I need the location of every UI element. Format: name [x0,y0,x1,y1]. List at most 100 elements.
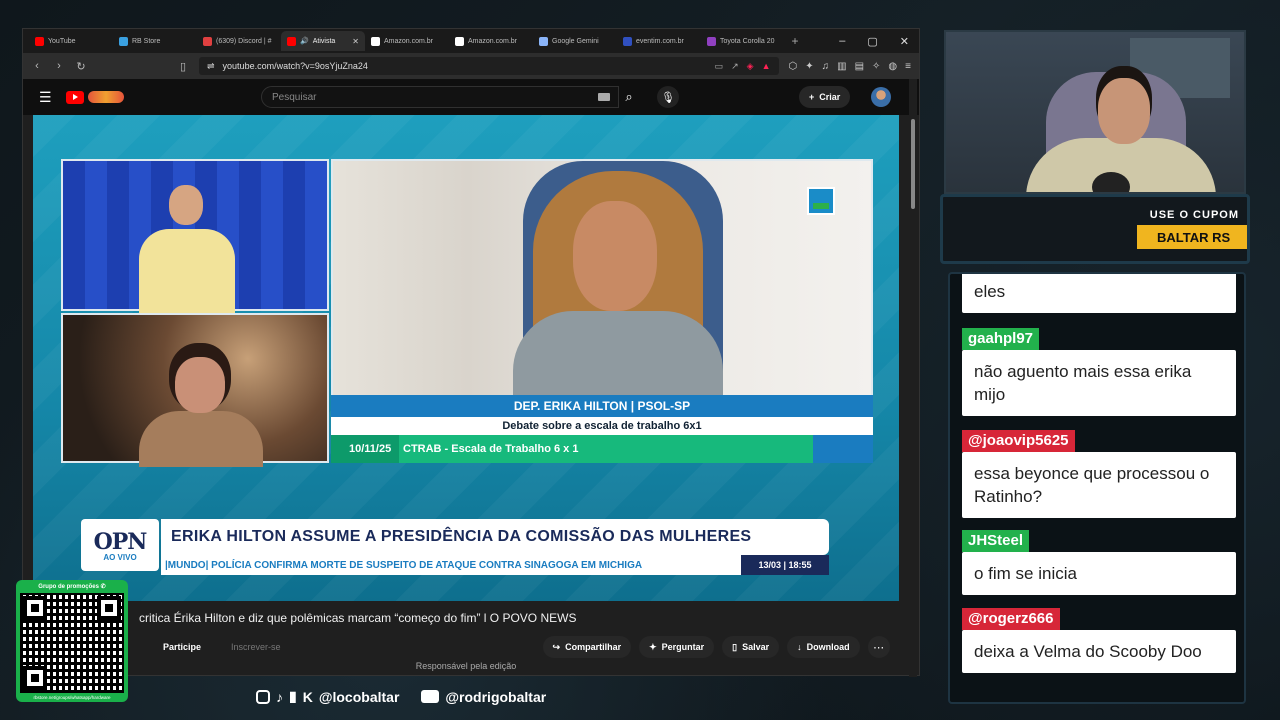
amazon-favicon-icon [371,36,380,46]
extension-icons: ⬡ ✦ ♫ ▥ ▤ ✧ ◍ ≡ [789,61,912,72]
video-player[interactable]: DEP. ERIKA HILTON | PSOL-SP Debate sobre… [33,115,899,601]
search-icon: ⌕ [625,89,633,104]
download-button[interactable]: ↓ Download [787,636,860,658]
responsible-credit: Responsável pela edição [415,661,517,671]
hamburger-menu-icon[interactable]: ☰ [39,89,52,106]
mic-icon: 🎙 [661,91,675,104]
youtube-play-icon [65,90,84,104]
date-topic-bar: 10/11/25 CTRAB - Escala de Trabalho 6 x … [331,435,873,463]
tab-ativista[interactable]: 🔊 Ativista ✕ [281,31,365,51]
tab-gemini[interactable]: Google Gemini [533,31,617,51]
back-icon[interactable]: ‹ [31,60,43,72]
bookmark-save-icon: ▯ [732,641,738,652]
chat-message-text: essa beyonce que processou o Ratinho? [962,452,1236,518]
chat-message: eles [962,274,1236,313]
broadcast-date: 10/11/25 [349,443,392,455]
chat-message-text: eles [962,274,1236,313]
wallet-icon[interactable]: ▤ [855,61,864,72]
download-icon: ↓ [797,642,802,652]
avatar[interactable] [871,87,891,107]
reload-icon[interactable]: ↻ [75,60,87,73]
tab-label: RB Store [132,37,161,45]
search-input[interactable]: Pesquisar [261,86,619,108]
puzzle-icon[interactable]: ✦ [805,61,813,72]
rewards-icon[interactable]: ▲ [762,61,771,72]
voice-search-button[interactable]: 🎙 [657,86,679,108]
share-button[interactable]: ↪ Compartilhar [542,636,632,658]
subscribe-button[interactable]: Inscrever-se [231,642,281,652]
tab-amazon-1[interactable]: Amazon.com.br [365,31,449,51]
window-controls: – ▢ ✕ [839,35,919,48]
keyboard-icon[interactable] [598,93,610,101]
bookmark-icon[interactable]: ▯ [177,60,189,73]
chat-username: JHSteel [962,530,1030,552]
search-button[interactable]: ⌕ [619,86,639,108]
screen-icon[interactable]: ▭ [715,61,724,72]
tab-discord[interactable]: (6309) Discord | # [197,31,281,51]
coupon-banner: USE O CUPOM BALTAR RS [940,194,1250,264]
more-options-icon[interactable]: ⋯ [867,636,890,658]
chat-message-text: o fim se inicia [962,552,1236,595]
create-button[interactable]: + Criar [799,86,851,108]
close-window-icon[interactable]: ✕ [900,35,909,48]
menu-icon[interactable]: ≡ [905,61,911,72]
olx-favicon-icon [707,36,716,46]
brave-shield-icon[interactable]: ◈ [747,61,754,72]
speaker-face [573,201,657,311]
url-field[interactable]: ⇌ youtube.com/watch?v=9osYjuZna24 ▭ ↗ ◈ ▲ [199,57,779,75]
share-page-icon[interactable]: ↗ [731,61,739,72]
sidebar-icon[interactable]: ▥ [837,61,846,72]
tab-label: Google Gemini [552,37,599,45]
tab-rbstore[interactable]: RB Store [113,31,197,51]
coupon-code: BALTAR RS [1137,225,1247,249]
tab-label: Amazon.com.br [384,37,434,45]
youtube-doodle-icon [87,91,124,103]
tab-bar: YouTube RB Store (6309) Discord | # 🔊 Ati… [23,29,919,53]
opn-brand: OPN [93,528,148,555]
amazon-favicon-icon [455,36,464,46]
leo-icon[interactable]: ✧ [872,61,880,72]
save-button[interactable]: ▯ Salvar [722,636,780,658]
ask-button[interactable]: ✦ Perguntar [639,636,715,658]
qr-card: Grupo de promoções ✆ rbstore.net/groups/… [16,580,128,702]
url-text: youtube.com/watch?v=9osYjuZna24 [222,61,368,71]
scrollbar-thumb[interactable] [911,119,915,209]
tab-youtube[interactable]: YouTube [29,31,113,51]
music-icon[interactable]: ♫ [822,61,830,72]
tab-eventim[interactable]: eventim.com.br [617,31,701,51]
maximize-icon[interactable]: ▢ [867,35,877,48]
streamer-head [1098,78,1150,144]
instagram-icon [256,689,270,704]
qr-finder [23,666,47,690]
whatsapp-icon: ✆ [100,584,106,590]
qr-title: Grupo de promoções ✆ [19,583,125,593]
twitch-icon: ▮ [289,688,297,704]
extension-icon[interactable]: ⬡ [789,61,798,72]
close-tab-icon[interactable]: ✕ [352,37,359,46]
vpn-icon[interactable]: ◍ [888,61,897,72]
social-handles: ♪ ▮ K @locobaltar @rodrigobaltar [256,688,546,705]
tab-amazon-2[interactable]: Amazon.com.br [449,31,533,51]
youtube-logo[interactable] [65,90,124,104]
chamber-logo-icon [807,187,835,215]
youtube-handle-text: @rodrigobaltar [445,688,547,705]
join-button[interactable]: Participe [163,642,201,652]
video-title: critica Érika Hilton e diz que polêmicas… [139,611,577,625]
tiktok-icon: ♪ [276,688,283,705]
tab-toyota[interactable]: Toyota Corolla 20 [701,31,785,51]
address-bar-row: ‹ › ↻ ▯ ⇌ youtube.com/watch?v=9osYjuZna2… [23,53,919,79]
video-actions: Participe Inscrever-se ↪ Compartilhar ✦ Pe… [23,635,909,659]
microphone [1092,172,1130,192]
forward-icon[interactable]: › [53,60,65,72]
site-settings-icon[interactable]: ⇌ [207,61,215,72]
minimize-icon[interactable]: – [839,35,845,48]
chat-message: @rogerz666 deixa a Velma do Scooby Doo [962,608,1236,673]
page-scrollbar[interactable] [909,79,917,677]
chat-message: gaahpl97 não aguento mais essa erika mij… [962,328,1236,416]
create-label: Criar [819,92,841,102]
tab-label: Amazon.com.br [468,37,518,45]
opn-logo: OPN AO VIVO [81,519,159,571]
new-tab-button[interactable]: + [785,34,805,48]
save-label: Salvar [742,642,770,652]
chat-username: @rogerz666 [962,608,1060,630]
